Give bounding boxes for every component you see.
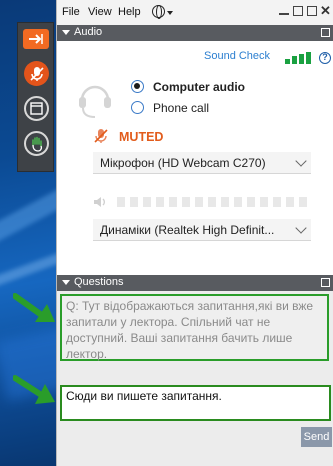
question-input[interactable]: Сюди ви пишете запитання. [60,385,331,421]
speaker-select[interactable]: Динаміки (Realtek High Definit... [93,219,311,241]
collapse-arrow-icon[interactable] [23,29,49,49]
questions-area: Q: Тут відображаються запитання,які ви в… [57,291,333,466]
minimize-icon[interactable] [279,6,289,15]
gotowebinar-control-panel: File View Help ✕ Audio Sound Check ? Com… [56,0,333,466]
microphone-select-value: Мікрофон (HD Webcam C270) [100,156,266,170]
menu-help[interactable]: Help [118,6,141,18]
speaker-level-meter [117,197,313,207]
annotation-arrow-icon [13,293,55,322]
mic-muted-icon[interactable] [24,61,49,86]
chevron-down-icon [295,155,307,167]
popout-icon[interactable] [321,28,330,37]
questions-log: Q: Тут відображаються запитання,які ви в… [60,294,329,361]
close-icon[interactable]: ✕ [320,3,331,19]
send-button[interactable]: Send [301,427,332,447]
computer-audio-radio[interactable] [131,80,144,93]
questions-header-label: Questions [74,276,124,288]
maximize-icon[interactable] [293,6,303,16]
computer-audio-label[interactable]: Computer audio [153,80,245,94]
window-icon[interactable] [24,96,49,121]
muted-status: MUTED [119,130,164,144]
control-toolbar [17,22,54,172]
headset-icon [78,78,112,125]
microphone-select[interactable]: Мікрофон (HD Webcam C270) [93,152,311,174]
help-icon[interactable]: ? [319,52,331,64]
signal-bars-icon [285,52,315,64]
chevron-down-icon[interactable] [167,11,173,15]
globe-icon[interactable] [152,5,165,19]
restore-icon[interactable] [307,6,317,16]
annotation-arrow-icon [13,375,55,404]
sound-check-link[interactable]: Sound Check [204,50,270,62]
phone-call-label[interactable]: Phone call [153,101,209,115]
menu-file[interactable]: File [62,6,80,18]
popout-icon[interactable] [321,278,330,287]
collapse-caret-icon [62,30,70,35]
speaker-icon [93,196,107,211]
speaker-select-value: Динаміки (Realtek High Definit... [100,223,275,237]
questions-section-header[interactable]: Questions [57,275,333,291]
phone-call-radio[interactable] [131,101,144,114]
mic-muted-icon[interactable] [94,128,108,147]
menu-view[interactable]: View [88,6,112,18]
raise-hand-icon[interactable] [24,131,49,156]
audio-section-header[interactable]: Audio [57,25,333,41]
audio-header-label: Audio [74,26,103,38]
menu-bar: File View Help ✕ [57,0,333,25]
chevron-down-icon [295,222,307,234]
collapse-caret-icon [62,280,70,285]
